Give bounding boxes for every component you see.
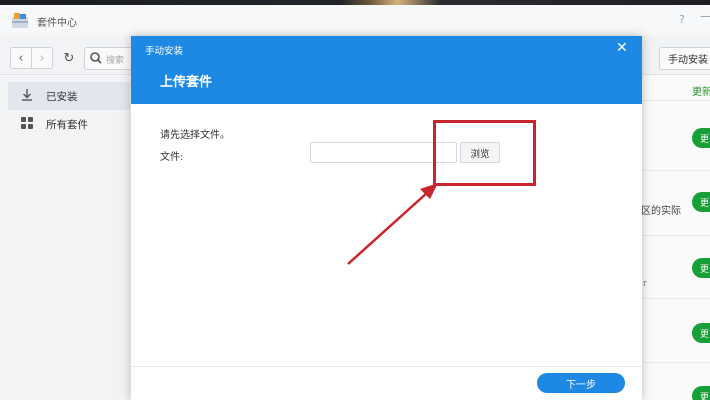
dialog-header: 手动安装 ✕ 上传套件 (131, 36, 642, 104)
package-center-logo-icon (12, 13, 28, 28)
annotation-highlight-box (433, 120, 536, 186)
window-title: 套件中心 (37, 18, 77, 29)
manual-install-dialog: 手动安装 ✕ 上传套件 请先选择文件。 文件: 浏览 下一步 (131, 36, 642, 400)
file-label: 文件: (160, 152, 184, 163)
next-button[interactable]: 下一步 (537, 373, 625, 393)
select-file-prompt: 请先选择文件。 (160, 130, 230, 141)
window-titlebar: 套件中心 ? — (0, 5, 710, 35)
minimize-icon[interactable]: — (700, 9, 710, 24)
help-icon[interactable]: ? (679, 13, 685, 26)
dialog-title: 手动安装 (145, 46, 184, 57)
close-icon[interactable]: ✕ (616, 40, 628, 56)
dialog-footer-divider (131, 366, 642, 367)
dialog-subtitle: 上传套件 (160, 75, 213, 90)
